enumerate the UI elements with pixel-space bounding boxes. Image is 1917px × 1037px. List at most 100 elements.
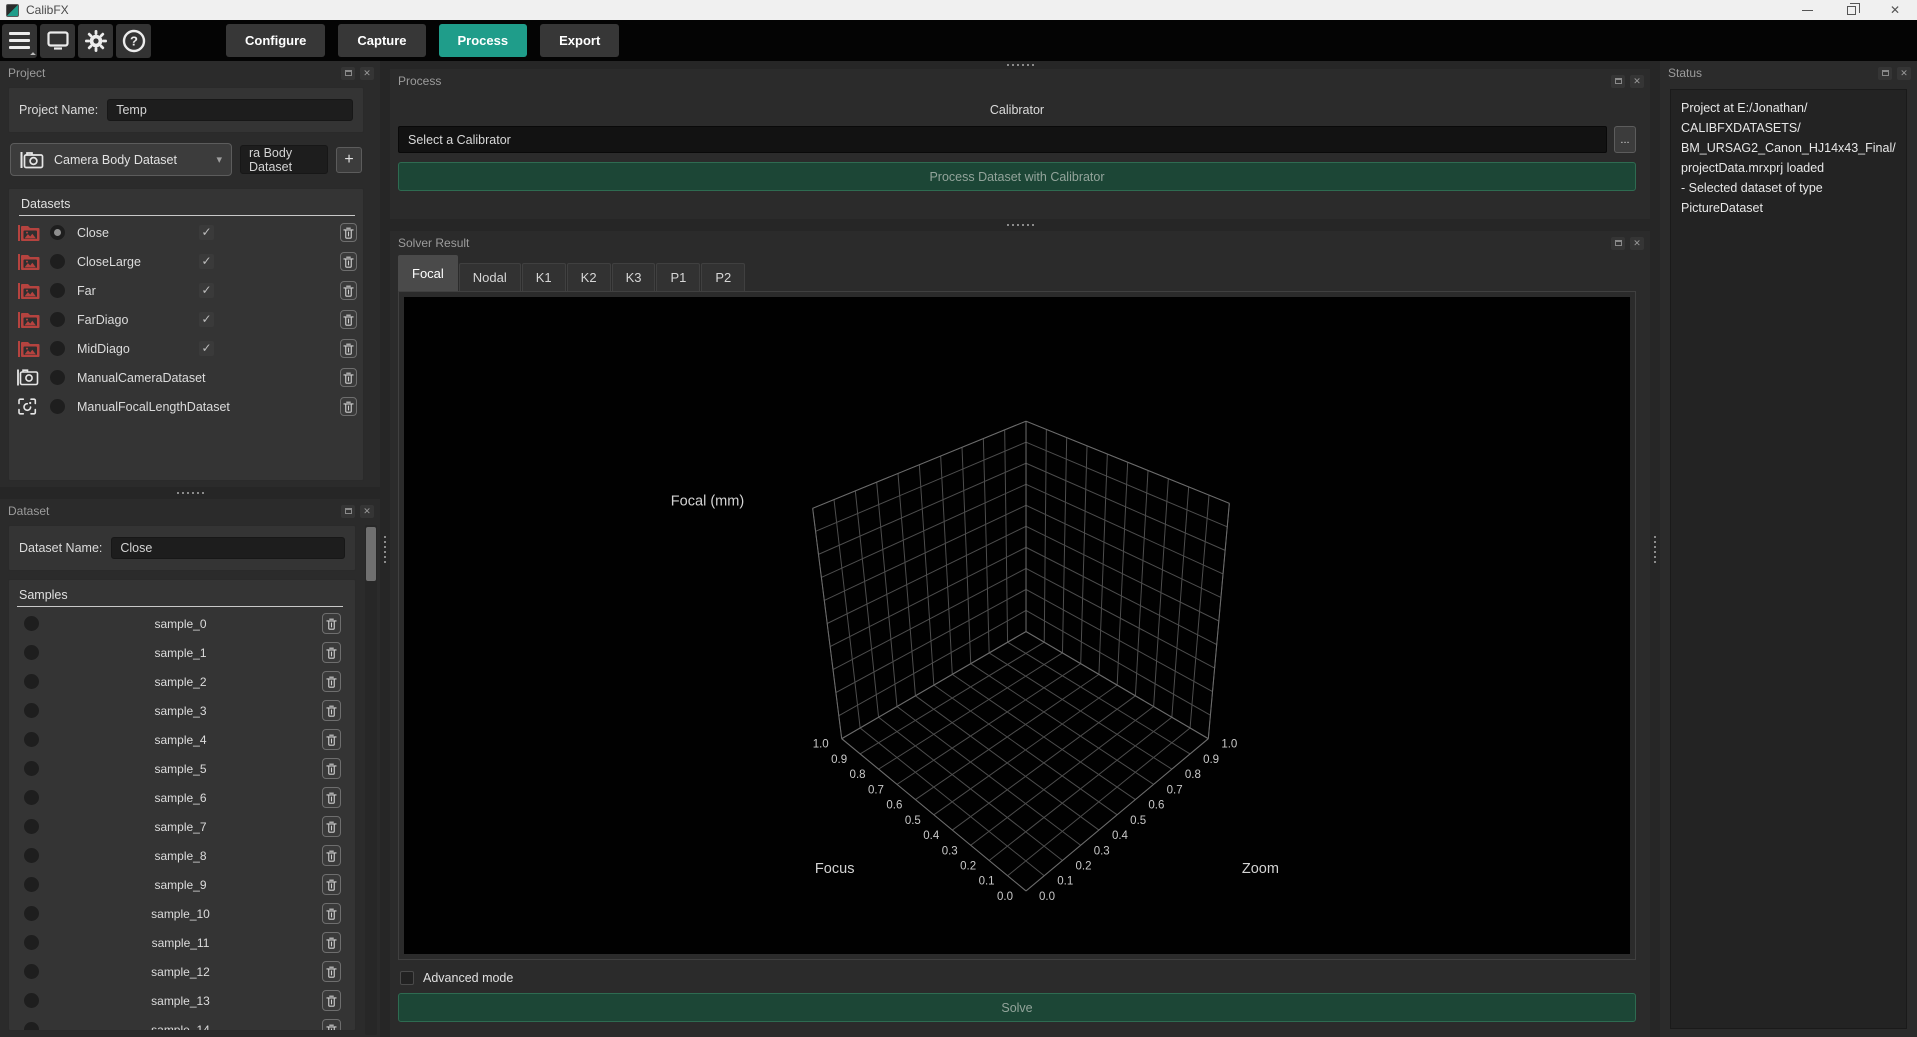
delete-sample-button[interactable]	[322, 990, 341, 1011]
tab-focal[interactable]: Focal	[398, 255, 458, 291]
delete-sample-button[interactable]	[322, 642, 341, 663]
dataset-row[interactable]: Close ✓	[17, 218, 357, 247]
sample-radio[interactable]	[24, 645, 39, 660]
delete-sample-button[interactable]	[322, 700, 341, 721]
delete-sample-button[interactable]	[322, 903, 341, 924]
scrollbar-thumb[interactable]	[366, 527, 376, 581]
sample-row[interactable]: sample_2	[15, 667, 345, 696]
dataset-float-button[interactable]	[341, 505, 355, 518]
sample-radio[interactable]	[24, 935, 39, 950]
dataset-radio[interactable]	[50, 370, 65, 385]
display-button[interactable]	[40, 24, 75, 58]
dataset-checkbox[interactable]: ✓	[199, 312, 214, 327]
delete-sample-button[interactable]	[322, 758, 341, 779]
project-close-button[interactable]: ✕	[360, 67, 374, 80]
sample-radio[interactable]	[24, 819, 39, 834]
sample-row[interactable]: sample_3	[15, 696, 345, 725]
sample-radio[interactable]	[24, 790, 39, 805]
delete-sample-button[interactable]	[322, 816, 341, 837]
solve-button[interactable]: Solve	[398, 993, 1636, 1022]
sample-row[interactable]: sample_11	[15, 928, 345, 957]
process-dataset-button[interactable]: Process Dataset with Calibrator	[398, 162, 1636, 191]
sample-radio[interactable]	[24, 674, 39, 689]
delete-dataset-button[interactable]	[340, 223, 357, 242]
solver-3d-plot[interactable]: 0.00.10.20.30.40.50.60.70.80.91.00.00.10…	[404, 297, 1630, 954]
menu-button[interactable]	[2, 24, 37, 58]
dataset-radio[interactable]	[50, 341, 65, 356]
dataset-radio[interactable]	[50, 312, 65, 327]
tab-process[interactable]: Process	[439, 24, 528, 57]
dataset-row[interactable]: CloseLarge ✓	[17, 247, 357, 276]
tab-capture[interactable]: Capture	[338, 24, 425, 57]
delete-sample-button[interactable]	[322, 787, 341, 808]
delete-sample-button[interactable]	[322, 613, 341, 634]
delete-dataset-button[interactable]	[340, 310, 357, 329]
browse-calibrator-button[interactable]: ...	[1614, 126, 1636, 153]
process-close-button[interactable]: ✕	[1630, 75, 1644, 88]
sample-row[interactable]: sample_8	[15, 841, 345, 870]
project-float-button[interactable]	[341, 67, 355, 80]
sample-radio[interactable]	[24, 993, 39, 1008]
delete-dataset-button[interactable]	[340, 281, 357, 300]
dataset-close-button[interactable]: ✕	[360, 505, 374, 518]
sample-radio[interactable]	[24, 732, 39, 747]
dataset-row[interactable]: FarDiago ✓	[17, 305, 357, 334]
dock-handle[interactable]	[390, 61, 1650, 69]
sample-radio[interactable]	[24, 848, 39, 863]
sample-radio[interactable]	[24, 877, 39, 892]
delete-sample-button[interactable]	[322, 874, 341, 895]
settings-button[interactable]	[78, 24, 113, 58]
sample-row[interactable]: sample_6	[15, 783, 345, 812]
calibrator-select[interactable]: Select a Calibrator	[398, 126, 1607, 153]
sample-radio[interactable]	[24, 616, 39, 631]
delete-dataset-button[interactable]	[340, 339, 357, 358]
window-restore-button[interactable]	[1829, 0, 1873, 20]
sample-radio[interactable]	[24, 703, 39, 718]
solver-close-button[interactable]: ✕	[1630, 237, 1644, 250]
delete-dataset-button[interactable]	[340, 252, 357, 271]
status-close-button[interactable]: ✕	[1897, 67, 1911, 80]
vertical-splitter[interactable]	[1650, 61, 1660, 1037]
dataset-row[interactable]: ManualCameraDataset ✓	[17, 363, 357, 392]
tab-configure[interactable]: Configure	[226, 24, 325, 57]
help-button[interactable]: ?	[116, 24, 151, 58]
project-name-input[interactable]: Temp	[107, 99, 353, 121]
delete-dataset-button[interactable]	[340, 397, 357, 416]
dataset-row[interactable]: MidDiago ✓	[17, 334, 357, 363]
dataset-radio[interactable]	[50, 399, 65, 414]
tab-nodal[interactable]: Nodal	[459, 263, 521, 291]
sample-row[interactable]: sample_10	[15, 899, 345, 928]
dataset-radio[interactable]	[50, 225, 65, 240]
status-float-button[interactable]	[1878, 67, 1892, 80]
dataset-checkbox[interactable]: ✓	[199, 341, 214, 356]
sample-radio[interactable]	[24, 964, 39, 979]
delete-sample-button[interactable]	[322, 729, 341, 750]
process-float-button[interactable]	[1611, 75, 1625, 88]
dataset-checkbox[interactable]: ✓	[199, 283, 214, 298]
solver-float-button[interactable]	[1611, 237, 1625, 250]
sample-row[interactable]: sample_14	[15, 1015, 345, 1031]
tab-k3[interactable]: K3	[612, 263, 656, 291]
sample-radio[interactable]	[24, 761, 39, 776]
dataset-row[interactable]: Far ✓	[17, 276, 357, 305]
new-dataset-name-input[interactable]: ra Body Dataset	[240, 145, 328, 174]
sample-row[interactable]: sample_4	[15, 725, 345, 754]
delete-sample-button[interactable]	[322, 1019, 341, 1031]
sample-row[interactable]: sample_0	[15, 609, 345, 638]
sample-row[interactable]: sample_5	[15, 754, 345, 783]
sample-radio[interactable]	[24, 1022, 39, 1031]
sample-row[interactable]: sample_7	[15, 812, 345, 841]
advanced-mode-checkbox[interactable]	[400, 971, 414, 985]
sample-row[interactable]: sample_12	[15, 957, 345, 986]
horizontal-splitter[interactable]	[0, 487, 380, 499]
samples-scrollbar[interactable]	[365, 525, 377, 1035]
sample-row[interactable]: sample_13	[15, 986, 345, 1015]
delete-sample-button[interactable]	[322, 932, 341, 953]
tab-k2[interactable]: K2	[567, 263, 611, 291]
dataset-name-input[interactable]: Close	[111, 537, 345, 559]
window-close-button[interactable]: ✕	[1873, 0, 1917, 20]
dataset-radio[interactable]	[50, 254, 65, 269]
window-minimize-button[interactable]	[1785, 0, 1829, 20]
tab-export[interactable]: Export	[540, 24, 619, 57]
dataset-checkbox[interactable]: ✓	[199, 254, 214, 269]
